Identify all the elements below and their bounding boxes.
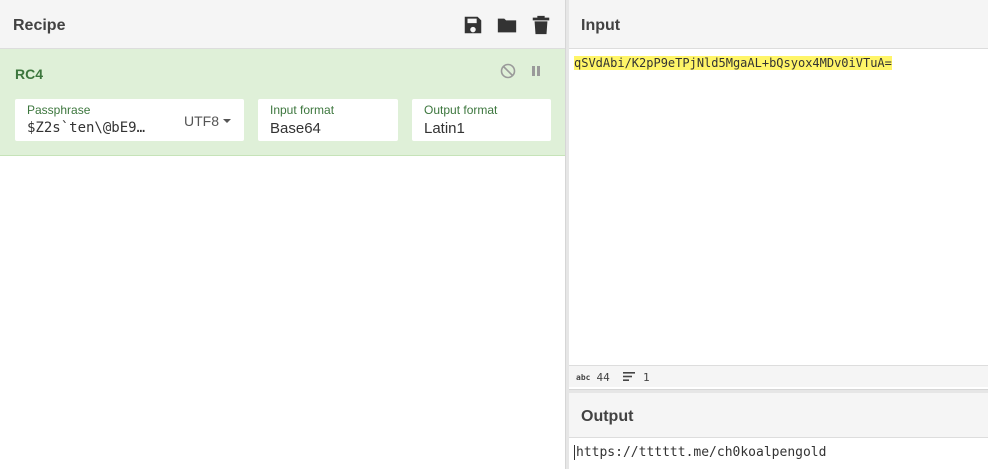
passphrase-encoding-dropdown[interactable]: UTF8 bbox=[184, 113, 231, 129]
recipe-pane: Recipe RC4 Passphrase $Z2s`ten\@bE9… UTF… bbox=[0, 0, 565, 469]
folder-icon[interactable] bbox=[496, 14, 518, 36]
chevron-down-icon bbox=[223, 119, 231, 124]
input-format-field[interactable]: Input format Base64 bbox=[258, 99, 398, 141]
input-header: Input bbox=[569, 0, 988, 49]
output-title: Output bbox=[581, 408, 634, 425]
output-format-value[interactable]: Latin1 bbox=[424, 120, 465, 137]
output-textarea[interactable]: https://tttttt.me/ch0koalpengold bbox=[574, 445, 826, 461]
output-format-field[interactable]: Output format Latin1 bbox=[412, 99, 551, 141]
length-value: 44 bbox=[596, 371, 610, 384]
lines-status: 1 bbox=[623, 371, 650, 384]
passphrase-value[interactable]: $Z2s`ten\@bE9… bbox=[27, 120, 145, 136]
input-format-value[interactable]: Base64 bbox=[270, 120, 321, 137]
save-icon[interactable] bbox=[462, 14, 484, 36]
passphrase-encoding-label: UTF8 bbox=[184, 113, 219, 129]
input-text: qSVdAbi/K2pP9eTPjNld5MgaAL+bQsyox4MDv0iV… bbox=[574, 56, 892, 70]
operation-rc4: RC4 Passphrase $Z2s`ten\@bE9… UTF8 Input… bbox=[0, 49, 565, 156]
text-cursor bbox=[574, 445, 575, 460]
passphrase-label: Passphrase bbox=[27, 103, 91, 117]
operation-title: RC4 bbox=[15, 66, 44, 82]
input-title: Input bbox=[581, 17, 621, 34]
passphrase-field[interactable]: Passphrase $Z2s`ten\@bE9… UTF8 bbox=[15, 99, 244, 141]
lines-value: 1 bbox=[643, 371, 650, 384]
abc-icon: abc bbox=[576, 373, 591, 382]
trash-icon[interactable] bbox=[530, 14, 552, 36]
recipe-header: Recipe bbox=[0, 0, 565, 49]
output-format-label: Output format bbox=[424, 103, 498, 117]
output-pane: Output https://tttttt.me/ch0koalpengold bbox=[569, 393, 988, 469]
disable-icon[interactable] bbox=[500, 63, 516, 79]
input-pane: Input qSVdAbi/K2pP9eTPjNld5MgaAL+bQsyox4… bbox=[569, 0, 988, 389]
output-text: https://tttttt.me/ch0koalpengold bbox=[576, 445, 827, 460]
recipe-title: Recipe bbox=[13, 17, 66, 34]
input-textarea[interactable]: qSVdAbi/K2pP9eTPjNld5MgaAL+bQsyox4MDv0iV… bbox=[574, 55, 892, 71]
pause-icon[interactable] bbox=[528, 63, 544, 79]
lines-icon bbox=[623, 371, 635, 384]
length-status: abc 44 bbox=[576, 371, 610, 384]
input-status-bar: abc 44 1 bbox=[569, 365, 988, 387]
output-header: Output bbox=[569, 393, 988, 438]
input-format-label: Input format bbox=[270, 103, 335, 117]
